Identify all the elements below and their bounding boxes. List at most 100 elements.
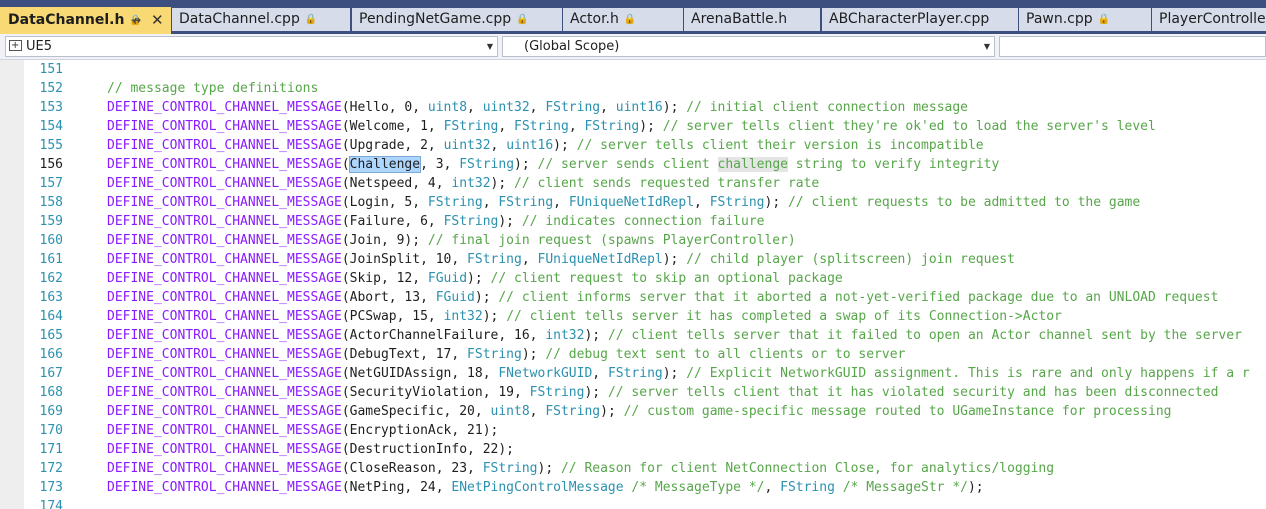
code-line[interactable]: 160 DEFINE_CONTROL_CHANNEL_MESSAGE(Join, … — [24, 231, 1266, 250]
code-text: ); — [639, 119, 663, 134]
code-text: , 3, — [420, 157, 460, 172]
code-text: , — [529, 100, 546, 115]
code-text: ); — [584, 385, 608, 400]
code-line[interactable]: 154 DEFINE_CONTROL_CHANNEL_MESSAGE(Welcom… — [24, 117, 1266, 136]
tab-label: PlayerController.c — [1159, 11, 1266, 27]
code-text: , — [467, 100, 483, 115]
type-name: FString — [427, 195, 483, 210]
code-text: ); — [514, 157, 538, 172]
code-line[interactable]: 168 DEFINE_CONTROL_CHANNEL_MESSAGE(Securi… — [24, 383, 1266, 402]
code-line[interactable]: 166 DEFINE_CONTROL_CHANNEL_MESSAGE(DebugT… — [24, 345, 1266, 364]
code-text: (DebugText, 17, — [341, 347, 468, 362]
close-icon[interactable]: ✕ — [151, 7, 164, 33]
code-line[interactable]: 151 — [24, 60, 1266, 79]
tab-datachannel-cpp[interactable]: DataChannel.cpp 🔒 — [172, 8, 350, 31]
line-number: 172 — [39, 461, 63, 476]
type-name: FString — [709, 195, 765, 210]
type-name: FString — [498, 195, 554, 210]
type-name: FString — [545, 100, 601, 115]
type-name: FString — [459, 157, 515, 172]
code-text: ); — [482, 309, 507, 324]
code-line[interactable]: 152 // message type definitions — [24, 79, 1266, 98]
code-editor[interactable]: 151 152 // message type definitions 153 DEFI… — [0, 60, 1266, 509]
type-name: FNetworkGUID — [498, 366, 593, 381]
code-text: (Login, 5, — [341, 195, 428, 210]
tab-pawn-cpp[interactable]: Pawn.cpp 🔒 — [1019, 8, 1151, 31]
code-text: (Welcome, 1, — [341, 119, 444, 134]
tab-label: Pawn.cpp — [1026, 11, 1093, 27]
code-line[interactable]: 172 DEFINE_CONTROL_CHANNEL_MESSAGE(CloseR… — [24, 459, 1266, 478]
code-text: (Join, 9); — [341, 233, 428, 248]
line-content: DEFINE_CONTROL_CHANNEL_MESSAGE(Destructi… — [107, 440, 514, 459]
code-text: , — [764, 480, 781, 495]
line-number: 170 — [39, 423, 63, 438]
tab-actor-h[interactable]: Actor.h 🔒 — [563, 8, 683, 31]
line-number: 151 — [39, 62, 63, 77]
code-line[interactable]: 173 DEFINE_CONTROL_CHANNEL_MESSAGE(NetPin… — [24, 478, 1266, 497]
code-text: ); — [553, 138, 577, 153]
code-line[interactable]: 157 DEFINE_CONTROL_CHANNEL_MESSAGE(Netspe… — [24, 174, 1266, 193]
code-line[interactable]: 165 DEFINE_CONTROL_CHANNEL_MESSAGE(ActorC… — [24, 326, 1266, 345]
code-text: ( — [341, 157, 350, 172]
code-line[interactable]: 171 DEFINE_CONTROL_CHANNEL_MESSAGE(Destru… — [24, 440, 1266, 459]
code-comment: // client request to skip an optional pa… — [490, 271, 843, 286]
type-name: ENetPingControlMessage — [451, 480, 624, 495]
code-line[interactable]: 159 DEFINE_CONTROL_CHANNEL_MESSAGE(Failur… — [24, 212, 1266, 231]
type-name: uint8 — [427, 100, 468, 115]
code-comment: string to verify integrity — [787, 157, 1000, 172]
code-text: (CloseReason, 23, — [341, 461, 483, 476]
type-name: FString — [607, 366, 663, 381]
code-line[interactable]: 163 DEFINE_CONTROL_CHANNEL_MESSAGE(Abort,… — [24, 288, 1266, 307]
code-line[interactable]: 170 DEFINE_CONTROL_CHANNEL_MESSAGE(Encryp… — [24, 421, 1266, 440]
scope-dropdown[interactable]: (Global Scope) ▼ — [502, 36, 995, 57]
tab-label: ABCharacterPlayer.cpp — [829, 11, 990, 27]
type-name: FString — [467, 252, 522, 267]
code-text: (EncryptionAck, 21); — [341, 423, 499, 438]
line-number: 168 — [39, 385, 63, 400]
code-comment: // client requests to be admitted to the… — [787, 195, 1141, 210]
code-comment: // server tells client their version is … — [576, 138, 984, 153]
chevron-down-icon[interactable]: ▼ — [984, 37, 990, 56]
code-line[interactable]: 161 DEFINE_CONTROL_CHANNEL_MESSAGE(JoinSp… — [24, 250, 1266, 269]
indicator-margin — [0, 60, 24, 509]
code-text: , — [498, 119, 515, 134]
code-line[interactable]: 164 DEFINE_CONTROL_CHANNEL_MESSAGE(PCSwap… — [24, 307, 1266, 326]
line-content: DEFINE_CONTROL_CHANNEL_MESSAGE(NetGUIDAs… — [107, 364, 1250, 383]
code-line[interactable]: 167 DEFINE_CONTROL_CHANNEL_MESSAGE(NetGUI… — [24, 364, 1266, 383]
code-comment: // message type definitions — [107, 81, 319, 96]
scope-name: (Global Scope) — [524, 39, 620, 54]
code-line[interactable]: 155 DEFINE_CONTROL_CHANNEL_MESSAGE(Upgrad… — [24, 136, 1266, 155]
tab-abcharacterplayer-cpp[interactable]: ABCharacterPlayer.cpp — [822, 8, 1018, 31]
tab-arenabattle-h[interactable]: ArenaBattle.h — [684, 8, 820, 31]
macro-name: DEFINE_CONTROL_CHANNEL_MESSAGE — [107, 385, 342, 400]
macro-name: DEFINE_CONTROL_CHANNEL_MESSAGE — [107, 404, 342, 419]
line-content: DEFINE_CONTROL_CHANNEL_MESSAGE(ActorChan… — [107, 326, 1242, 345]
code-line[interactable]: 169 DEFINE_CONTROL_CHANNEL_MESSAGE(GameSp… — [24, 402, 1266, 421]
line-content: DEFINE_CONTROL_CHANNEL_MESSAGE(Login, 5,… — [107, 193, 1140, 212]
macro-name: DEFINE_CONTROL_CHANNEL_MESSAGE — [107, 480, 342, 495]
tab-datachannel-h[interactable]: DataChannel.h 🔒 ↛ ✕ — [0, 7, 171, 34]
selected-text: Challenge — [348, 156, 422, 173]
tab-pendingnetgame-cpp[interactable]: PendingNetGame.cpp 🔒 — [352, 8, 562, 31]
tab-playercontroller-cpp[interactable]: PlayerController.c — [1152, 8, 1266, 31]
code-comment: // server sends client — [537, 157, 718, 172]
line-content: DEFINE_CONTROL_CHANNEL_MESSAGE(Netspeed,… — [107, 174, 819, 193]
code-line[interactable]: 162 DEFINE_CONTROL_CHANNEL_MESSAGE(Skip, … — [24, 269, 1266, 288]
project-dropdown[interactable]: UE5 ▼ — [5, 36, 498, 57]
code-line[interactable]: 153 DEFINE_CONTROL_CHANNEL_MESSAGE(Hello,… — [24, 98, 1266, 117]
tab-label: Actor.h — [570, 11, 619, 27]
code-line[interactable]: 174 — [24, 497, 1266, 509]
pin-icon[interactable]: ↛ — [131, 7, 141, 33]
macro-name: DEFINE_CONTROL_CHANNEL_MESSAGE — [107, 290, 342, 305]
code-line[interactable]: 156 DEFINE_CONTROL_CHANNEL_MESSAGE(Challe… — [24, 155, 1266, 174]
line-number: 156 — [39, 157, 63, 172]
code-text: ); — [764, 195, 788, 210]
code-comment: // indicates connection failure — [521, 214, 765, 229]
code-text: ); — [490, 176, 515, 191]
type-name: FString — [467, 347, 522, 362]
member-dropdown[interactable] — [999, 36, 1266, 57]
code-text: ); — [584, 328, 608, 343]
code-line[interactable]: 158 DEFINE_CONTROL_CHANNEL_MESSAGE(Login,… — [24, 193, 1266, 212]
line-number: 174 — [39, 499, 63, 509]
chevron-down-icon[interactable]: ▼ — [487, 37, 493, 56]
